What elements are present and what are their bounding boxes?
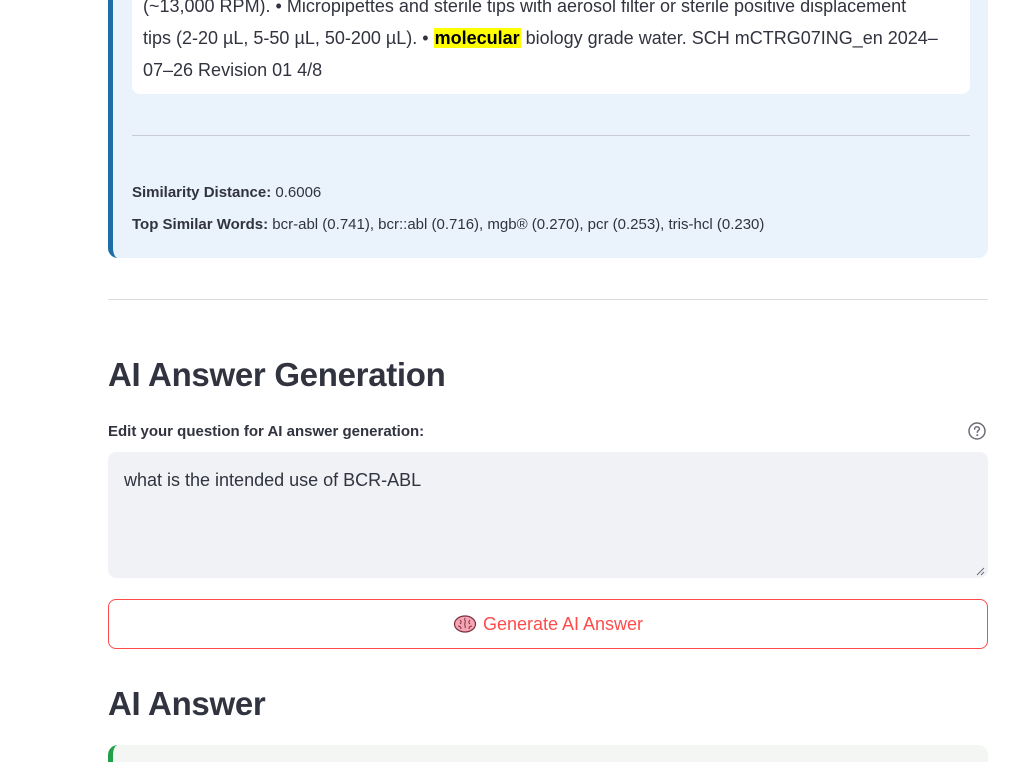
ai-answer-box [108,745,988,762]
top-similar-words: Top Similar Words: bcr-abl (0.741), bcr:… [132,216,764,233]
page: (~13,000 RPM). • Micropipettes and steri… [0,0,1011,762]
generate-ai-answer-button[interactable]: Generate AI Answer [108,599,988,649]
top-words-label: Top Similar Words: [132,216,269,233]
ai-answer-heading: AI Answer [108,685,266,722]
similarity-value: 0.6006 [271,184,322,201]
question-field-label: Edit your question for AI answer generat… [108,423,425,440]
similarity-label: Similarity Distance: [132,184,272,201]
snippet-line-3: 07–26 Revision 01 4/8 [143,54,958,86]
search-result-card: (~13,000 RPM). • Micropipettes and steri… [108,0,988,258]
card-divider [132,135,970,136]
similarity-distance: Similarity Distance: 0.6006 [132,184,321,201]
snippet-text: biology grade water. SCH mCTRG07ING_en 2… [520,28,938,48]
ai-generation-heading: AI Answer Generation [108,356,446,393]
section-divider [108,299,988,300]
highlighted-keyword: molecular [433,28,521,48]
question-textarea[interactable]: what is the intended use of BCR-ABL [108,452,988,578]
resize-handle-icon[interactable] [975,566,985,576]
help-icon[interactable] [968,422,986,440]
snippet-line-2: tips (2-20 µL, 5-50 µL, 50-200 µL). • mo… [143,22,958,54]
snippet-text: 07–26 Revision 01 4/8 [143,60,323,80]
snippet-text: tips (2-20 µL, 5-50 µL, 50-200 µL). • [143,28,434,48]
snippet-text: (~13,000 RPM). • Micropipettes and steri… [143,0,907,16]
generate-button-label: Generate AI Answer [482,613,644,634]
brain-icon [453,615,477,633]
result-snippet: (~13,000 RPM). • Micropipettes and steri… [132,0,970,94]
top-words-value: bcr-abl (0.741), bcr::abl (0.716), mgb® … [268,216,765,233]
snippet-line-1: (~13,000 RPM). • Micropipettes and steri… [143,0,958,22]
